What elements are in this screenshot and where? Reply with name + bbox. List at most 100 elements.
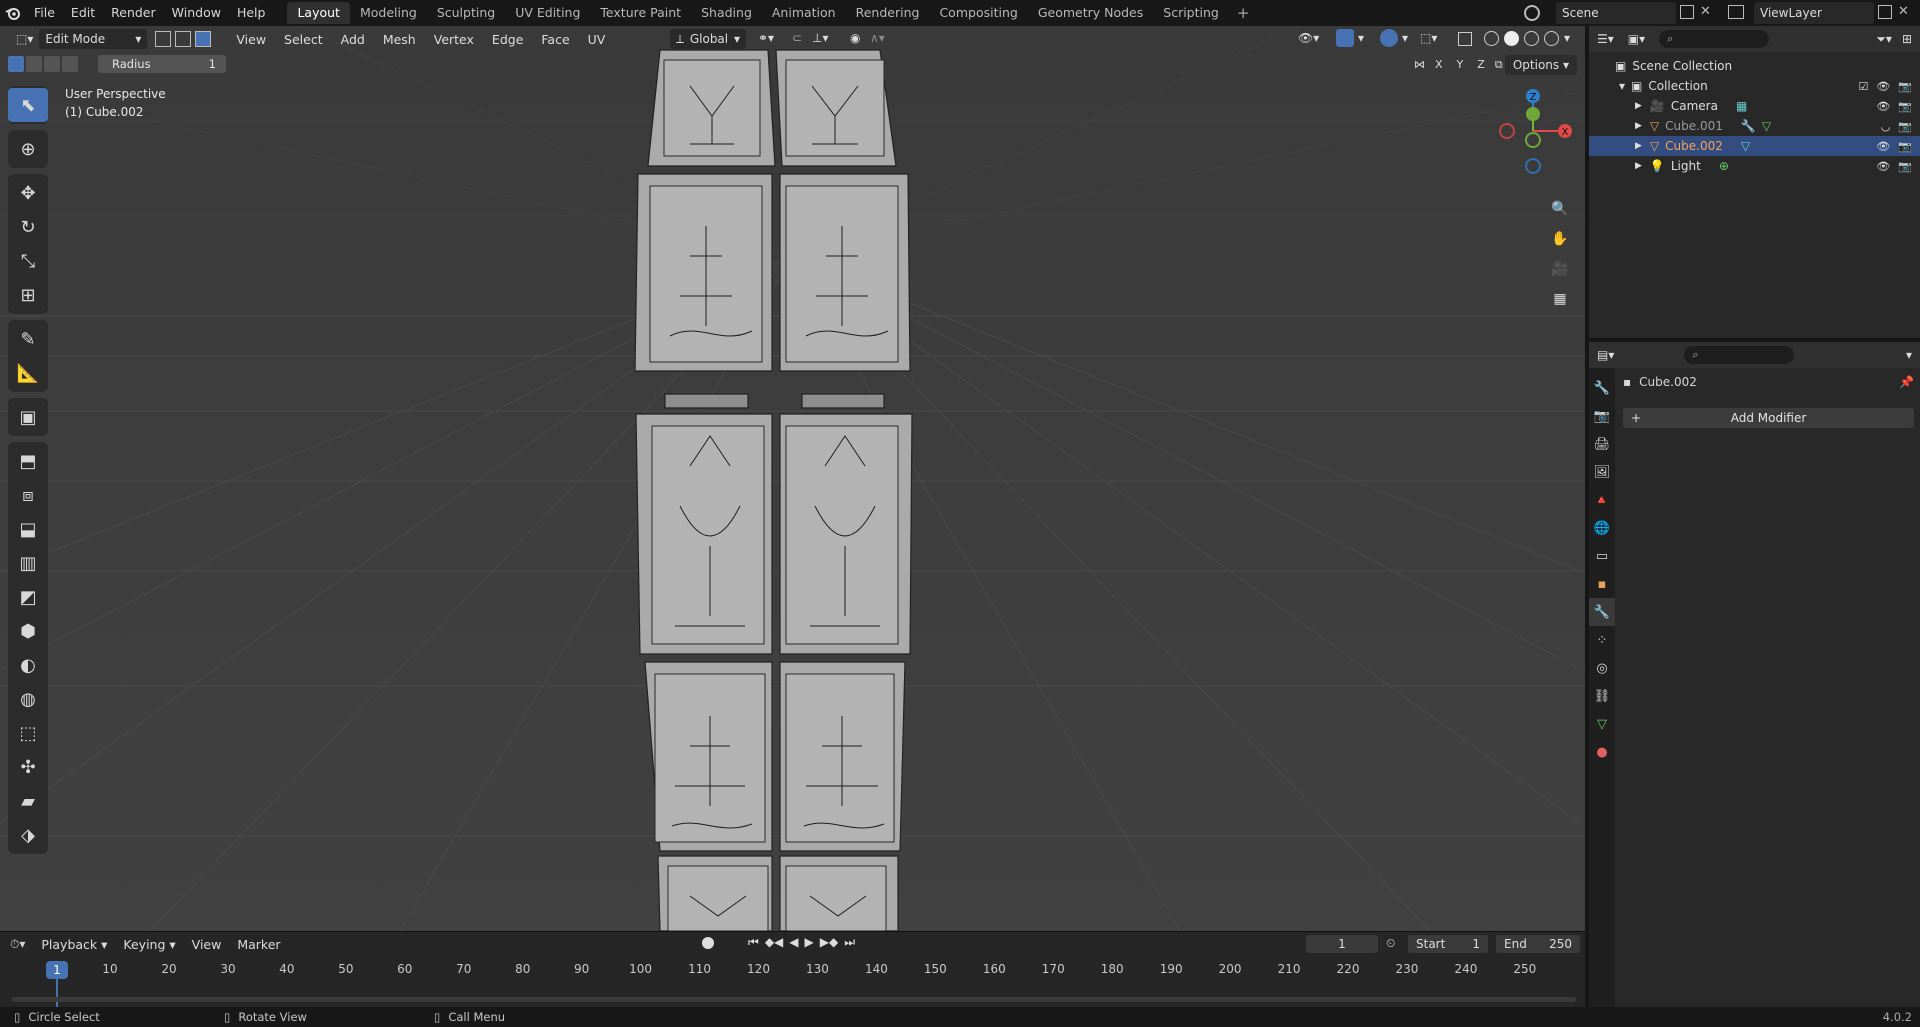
light-data-icon[interactable]: ⊕	[1719, 159, 1729, 173]
transform-tool-icon[interactable]: ⊞	[8, 278, 48, 312]
outliner-item-light[interactable]: ▶ 💡 Light ⊕ 👁 📷	[1589, 156, 1920, 176]
extrude-tool-icon[interactable]: ⬒	[8, 444, 48, 478]
chevron-down-icon[interactable]: ▾	[1906, 348, 1912, 362]
loop-cut-tool-icon[interactable]: ▥	[8, 546, 48, 580]
zoom-icon[interactable]: 🔍	[1547, 196, 1573, 222]
eye-icon[interactable]: 👁	[1876, 80, 1890, 93]
tab-data[interactable]: ▽	[1589, 710, 1615, 738]
tab-layout[interactable]: Layout	[287, 2, 350, 24]
camera-render-icon[interactable]: 📷	[1898, 80, 1912, 93]
menu-timeline-view[interactable]: View	[184, 937, 230, 952]
gizmo-toggle-icon[interactable]	[1336, 29, 1354, 47]
menu-view[interactable]: View	[227, 32, 275, 47]
rotate-tool-icon[interactable]: ↻	[8, 210, 48, 244]
clock-icon[interactable]: ⏱▾	[10, 937, 25, 952]
menu-playback[interactable]: Playback ▾	[33, 937, 115, 952]
bevel-tool-icon[interactable]: ⬓	[8, 512, 48, 546]
view-layer-icon[interactable]	[1728, 5, 1744, 19]
camera-view-icon[interactable]: 🎥	[1547, 256, 1573, 282]
tab-sculpting[interactable]: Sculpting	[427, 2, 505, 24]
overlays-dropdown-icon[interactable]: ▾	[1402, 31, 1408, 45]
face-select-icon[interactable]	[195, 31, 212, 47]
menu-window[interactable]: Window	[164, 0, 229, 26]
outliner-search-input[interactable]: ⌕	[1659, 30, 1770, 48]
camera-render-icon[interactable]: 📷	[1898, 120, 1912, 133]
tab-output[interactable]: 🖨	[1589, 430, 1615, 458]
gizmo-dropdown-icon[interactable]: ▾	[1358, 31, 1364, 45]
tab-scripting[interactable]: Scripting	[1153, 2, 1229, 24]
eye-icon[interactable]: 👁	[1876, 140, 1890, 153]
menu-face[interactable]: Face	[532, 32, 578, 47]
new-view-layer-icon[interactable]	[1878, 5, 1892, 19]
properties-search-input[interactable]: ⌕	[1684, 346, 1795, 364]
menu-help[interactable]: Help	[229, 0, 274, 26]
poly-build-tool-icon[interactable]: ⬢	[8, 614, 48, 648]
mirror-y-toggle[interactable]: Y	[1452, 57, 1468, 72]
snap-target-icon[interactable]: ⊥▾	[812, 31, 828, 45]
new-scene-icon[interactable]	[1680, 5, 1694, 19]
xray-toggle-icon[interactable]	[1458, 32, 1472, 46]
filter-icon[interactable]: ⏷▾	[1876, 32, 1892, 47]
jump-keyframe-forward-icon[interactable]: ▶◆	[820, 935, 838, 950]
wireframe-shading-icon[interactable]	[1484, 31, 1499, 46]
playhead-frame-indicator[interactable]: 1	[46, 961, 68, 979]
mode-selector[interactable]: Edit Mode ▾	[39, 29, 148, 49]
eye-icon[interactable]: 👁	[1876, 160, 1890, 173]
delete-view-layer-icon[interactable]: ✕	[1898, 4, 1909, 19]
radius-field[interactable]: Radius 1	[98, 55, 226, 73]
jump-end-icon[interactable]: ⏭	[844, 935, 855, 950]
tab-collection[interactable]: ▭	[1589, 542, 1615, 570]
display-mode-icon[interactable]: ▣▾	[1628, 32, 1645, 46]
menu-select[interactable]: Select	[275, 32, 332, 47]
add-cube-tool-icon[interactable]: ▣	[8, 400, 48, 434]
area-divider-vertical[interactable]	[1585, 26, 1589, 1007]
menu-uv[interactable]: UV	[579, 32, 615, 47]
3d-viewport[interactable]: ⬚▾ Edit Mode ▾ View Select Add Mesh Vert…	[0, 26, 1585, 931]
tab-shading[interactable]: Shading	[691, 2, 762, 24]
proportional-edit-icon[interactable]: ◉	[850, 31, 860, 45]
scale-tool-icon[interactable]: ⤡	[8, 244, 48, 278]
select-new-icon[interactable]	[8, 56, 24, 72]
frame-ruler[interactable]: 10 20 30 40 50 60 70 80 90 100 110 120 130 140 150 160 1…	[0, 962, 1585, 982]
menu-marker[interactable]: Marker	[229, 937, 288, 952]
modifier-wrench-icon[interactable]: 🔧	[1741, 119, 1756, 133]
scene-field[interactable]: Scene	[1556, 2, 1676, 24]
menu-add[interactable]: Add	[332, 32, 374, 47]
add-modifier-button[interactable]: + Add Modifier	[1623, 408, 1914, 428]
properties-editor-type-icon[interactable]: ▤▾	[1597, 348, 1614, 362]
preview-range-icon[interactable]: ⏲	[1386, 936, 1395, 951]
inset-tool-icon[interactable]: ⧈	[8, 478, 48, 512]
checkbox-icon[interactable]: ☑	[1858, 80, 1868, 93]
visibility-icon[interactable]: 👁▾	[1298, 31, 1319, 45]
vertex-select-icon[interactable]	[155, 31, 172, 47]
eye-hidden-icon[interactable]: ◡	[1881, 120, 1891, 133]
camera-render-icon[interactable]: 📷	[1898, 160, 1912, 173]
mesh-data-icon[interactable]: ▽	[1762, 119, 1771, 133]
tab-view-layer[interactable]: 🖼	[1589, 458, 1615, 486]
menu-vertex[interactable]: Vertex	[425, 32, 483, 47]
pin-icon[interactable]: 📌	[1899, 375, 1914, 389]
menu-file[interactable]: File	[26, 0, 63, 26]
tab-particles[interactable]: ⁘	[1589, 626, 1615, 654]
tab-physics[interactable]: ◎	[1589, 654, 1615, 682]
new-collection-icon[interactable]: ⊞	[1902, 32, 1912, 46]
mirror-x-toggle[interactable]: X	[1431, 57, 1447, 72]
pan-hand-icon[interactable]: ✋	[1547, 226, 1573, 252]
expand-arrow-icon[interactable]: ▶	[1635, 101, 1642, 111]
tab-modifiers[interactable]: 🔧	[1589, 598, 1615, 626]
tab-uv-editing[interactable]: UV Editing	[505, 2, 590, 24]
expand-arrow-icon[interactable]: ▶	[1635, 141, 1642, 151]
menu-edge[interactable]: Edge	[483, 32, 532, 47]
tab-render[interactable]: 📷	[1589, 402, 1615, 430]
annotate-tool-icon[interactable]: ✎	[8, 322, 48, 356]
add-workspace-button[interactable]: +	[1229, 4, 1258, 22]
select-extend-icon[interactable]	[26, 56, 42, 72]
jump-keyframe-back-icon[interactable]: ◆◀	[765, 935, 783, 950]
ortho-grid-icon[interactable]: ▦	[1547, 286, 1573, 312]
expand-arrow-icon[interactable]: ▾	[1619, 79, 1625, 93]
mesh-data-icon[interactable]: ▽	[1741, 139, 1750, 153]
end-frame-field[interactable]: End 250	[1496, 935, 1580, 953]
timeline-scrollbar[interactable]	[12, 997, 1576, 1002]
menu-edit[interactable]: Edit	[63, 0, 103, 26]
tab-animation[interactable]: Animation	[762, 2, 846, 24]
